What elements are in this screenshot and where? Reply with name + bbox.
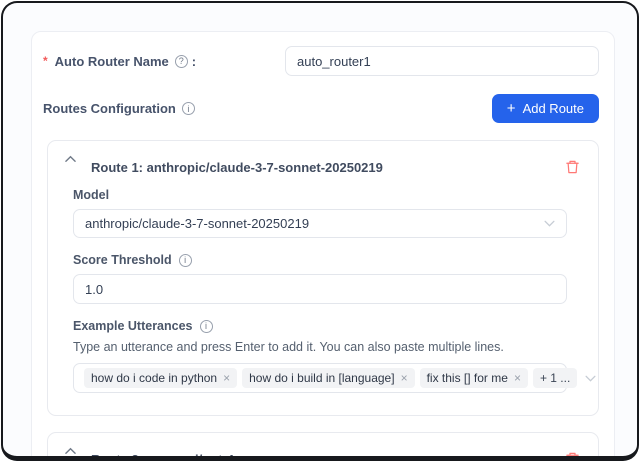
chevron-up-icon[interactable]	[65, 447, 76, 455]
trash-icon	[565, 451, 580, 461]
chevron-down-icon	[544, 220, 555, 227]
utterance-tag: how do i code in python ×	[84, 368, 237, 388]
label-colon: :	[192, 54, 196, 69]
route-1-title: Route 1: anthropic/claude-3-7-sonnet-202…	[91, 160, 563, 175]
utterance-tag-text: how do i build in [language]	[249, 371, 394, 385]
routes-configuration-row: Routes Configuration i + Add Route	[43, 94, 599, 123]
route-2-panel-header[interactable]: Route 2: azure_ai/gpt-4o	[48, 433, 598, 461]
auto-router-name-row: * Auto Router Name ? :	[43, 46, 599, 76]
remove-tag-icon[interactable]: ×	[514, 372, 521, 384]
auto-router-name-label: * Auto Router Name ? :	[43, 54, 196, 69]
model-label-text: Model	[73, 188, 109, 202]
question-circle-icon[interactable]: ?	[175, 55, 188, 68]
example-utterances-label-text: Example Utterances	[73, 319, 193, 333]
utterance-tag-text: how do i code in python	[91, 371, 217, 385]
score-threshold-input[interactable]	[73, 274, 567, 304]
add-route-button-label: Add Route	[523, 101, 584, 116]
info-circle-icon[interactable]: i	[182, 102, 195, 115]
utterance-tag-text: fix this [] for me	[427, 371, 508, 385]
routes-configuration-label-text: Routes Configuration	[43, 101, 176, 116]
trash-icon	[565, 159, 580, 175]
more-tags-badge[interactable]: + 1 ...	[533, 368, 577, 388]
utterance-tag: how do i build in [language] ×	[242, 368, 414, 388]
route-2-title: Route 2: azure_ai/gpt-4o	[91, 452, 563, 461]
add-route-button[interactable]: + Add Route	[492, 94, 599, 123]
score-threshold-label-text: Score Threshold	[73, 253, 172, 267]
auto-router-name-label-text: Auto Router Name	[55, 54, 169, 69]
auto-router-form-card: * Auto Router Name ? : Routes Configurat…	[31, 31, 615, 461]
route-1-panel: Route 1: anthropic/claude-3-7-sonnet-202…	[47, 140, 599, 416]
info-circle-icon[interactable]: i	[200, 320, 213, 333]
model-label: Model	[73, 188, 567, 202]
plus-icon: +	[507, 101, 516, 116]
remove-tag-icon[interactable]: ×	[223, 372, 230, 384]
info-circle-icon[interactable]: i	[179, 254, 192, 267]
app-window: * Auto Router Name ? : Routes Configurat…	[1, 1, 639, 461]
model-select[interactable]: anthropic/claude-3-7-sonnet-20250219	[73, 209, 567, 238]
model-select-value: anthropic/claude-3-7-sonnet-20250219	[85, 216, 536, 231]
remove-tag-icon[interactable]: ×	[401, 372, 408, 384]
route-1-panel-header[interactable]: Route 1: anthropic/claude-3-7-sonnet-202…	[48, 141, 598, 186]
utterance-tag: fix this [] for me ×	[420, 368, 528, 388]
utterances-hint-text: Type an utterance and press Enter to add…	[73, 340, 567, 354]
score-threshold-label: Score Threshold i	[73, 253, 567, 267]
delete-route-2-button[interactable]	[563, 449, 582, 461]
route-1-panel-body: Model anthropic/claude-3-7-sonnet-202502…	[48, 186, 598, 415]
utterances-tags-select[interactable]: how do i code in python × how do i build…	[73, 363, 567, 393]
required-asterisk: *	[43, 54, 48, 68]
example-utterances-label: Example Utterances i	[73, 319, 567, 333]
delete-route-1-button[interactable]	[563, 157, 582, 177]
chevron-up-icon[interactable]	[65, 155, 76, 163]
route-2-panel: Route 2: azure_ai/gpt-4o	[47, 432, 599, 461]
chevron-down-icon	[585, 375, 596, 382]
routes-configuration-label: Routes Configuration i	[43, 101, 195, 116]
auto-router-name-input[interactable]	[285, 46, 599, 76]
